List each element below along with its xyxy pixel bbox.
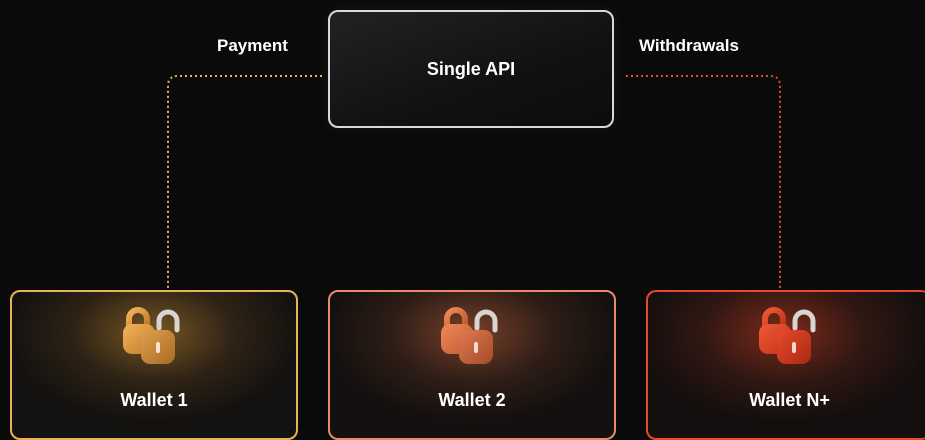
wallet-2-label: Wallet 2 <box>438 390 506 410</box>
wallet-1-card: Wallet 1 <box>10 290 298 440</box>
withdrawals-connector <box>626 75 781 288</box>
wallet-1-label: Wallet 1 <box>120 390 188 410</box>
payment-connector <box>167 75 322 288</box>
payment-label: Payment <box>217 36 288 55</box>
wallet-n-card: Wallet N+ <box>646 290 925 440</box>
single-api-node: Single API <box>328 10 614 128</box>
padlock-icon <box>758 307 815 364</box>
wallet-n-label: Wallet N+ <box>749 390 830 410</box>
padlock-icon <box>123 307 180 364</box>
wallet-2-card: Wallet 2 <box>328 290 616 440</box>
single-api-label: Single API <box>426 58 516 79</box>
withdrawals-label: Withdrawals <box>639 36 739 55</box>
padlock-icon <box>441 307 498 364</box>
